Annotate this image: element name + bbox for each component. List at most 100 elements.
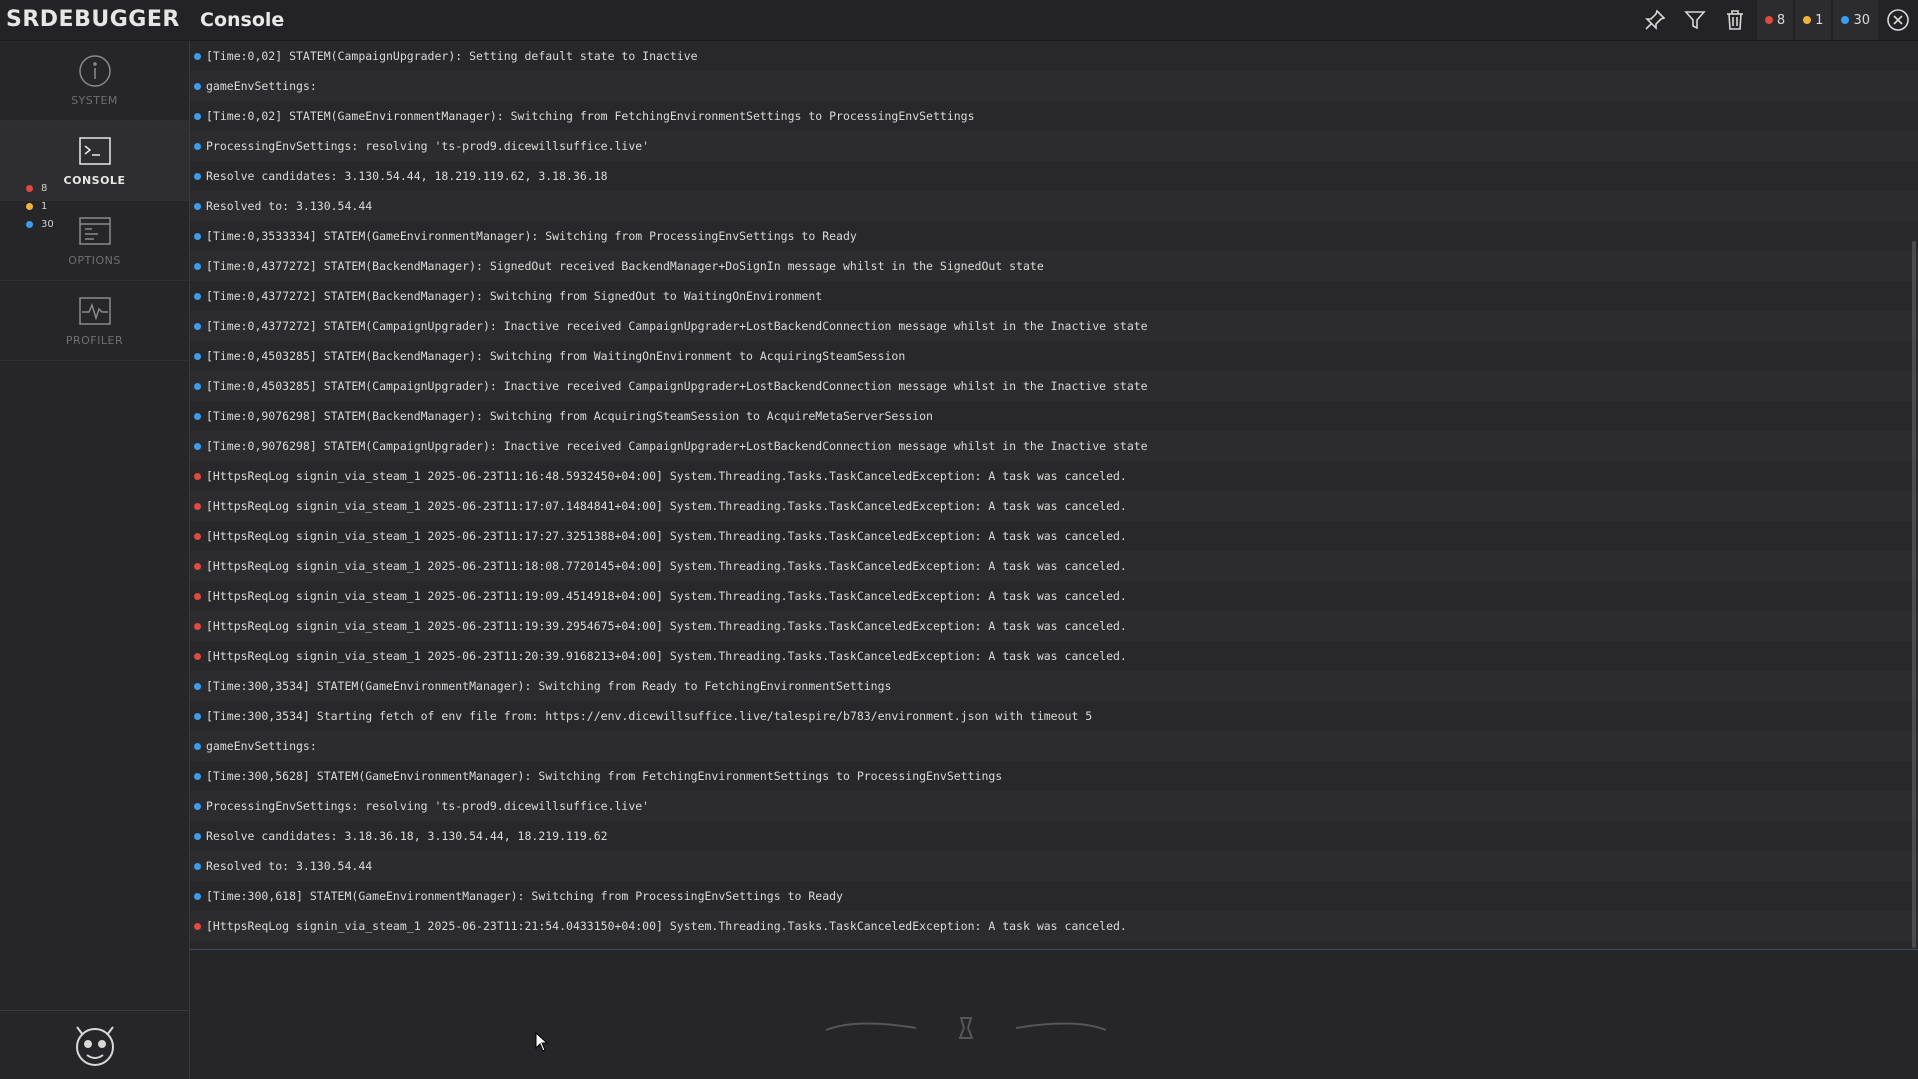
log-entry[interactable]: ProcessingEnvSettings: resolving 'ts-pro… (190, 791, 1918, 821)
info-dot-icon (194, 262, 201, 270)
warning-count-toggle[interactable]: 1 (1795, 0, 1832, 40)
console-scrollbar[interactable] (1912, 241, 1916, 948)
log-entry[interactable]: [HttpsReqLog signin_via_steam_1 2025-06-… (190, 491, 1918, 521)
log-entry[interactable]: [Time:0,4377272] STATEM(BackendManager):… (190, 251, 1918, 281)
tab-profiler[interactable]: PROFILER (0, 281, 189, 361)
srdebugger-logo-icon (75, 1026, 114, 1066)
log-entry[interactable]: [Time:0,02] STATEM(GameEnvironmentManage… (190, 101, 1918, 131)
filter-icon (1684, 11, 1706, 30)
log-entry[interactable]: ProcessingEnvSettings: resolving 'ts-pro… (190, 131, 1918, 161)
filter-button[interactable] (1675, 0, 1715, 40)
tab-profiler-label: PROFILER (65, 334, 124, 347)
log-entry[interactable]: gameEnvSettings: (190, 71, 1918, 101)
log-entry[interactable]: gameEnvSettings: (190, 731, 1918, 761)
log-entry[interactable]: [HttpsReqLog signin_via_steam_1 2025-06-… (190, 611, 1918, 641)
info-dot-icon (194, 352, 201, 360)
app-logo: SRDEBUGGER (6, 7, 180, 32)
mouse-cursor-icon (535, 1032, 549, 1052)
log-entry[interactable]: [Time:300,3534] Starting fetch of env fi… (190, 701, 1918, 731)
info-dot-icon (194, 832, 201, 840)
info-dot-icon (1841, 16, 1850, 24)
log-entry[interactable]: [HttpsReqLog signin_via_steam_1 2025-06-… (190, 551, 1918, 581)
error-dot-icon (194, 562, 201, 570)
info-dot-icon (194, 742, 201, 750)
log-entry[interactable]: [Time:0,3533334] STATEM(GameEnvironmentM… (190, 221, 1918, 251)
log-entry-text: [HttpsReqLog signin_via_steam_1 2025-06-… (206, 919, 1127, 933)
log-entry[interactable]: Resolve candidates: 3.130.54.44, 18.219.… (190, 161, 1918, 191)
log-entry-text: ProcessingEnvSettings: resolving 'ts-pro… (206, 799, 650, 813)
clear-button[interactable] (1715, 0, 1755, 40)
error-dot-icon (194, 592, 201, 600)
close-icon (1887, 9, 1909, 31)
info-dot-icon (194, 802, 201, 810)
log-entry[interactable]: [HttpsReqLog signin_via_steam_1 2025-06-… (190, 521, 1918, 551)
info-dot-icon (194, 232, 201, 240)
log-entry-text: [Time:0,3533334] STATEM(GameEnvironmentM… (206, 229, 857, 243)
log-entry[interactable]: [Time:0,4503285] STATEM(BackendManager):… (190, 341, 1918, 371)
error-count: 8 (1776, 12, 1786, 28)
log-entry[interactable]: [HttpsReqLog signin_via_steam_1 2025-06-… (190, 911, 1918, 941)
log-entry-text: Resolve candidates: 3.130.54.44, 18.219.… (206, 169, 608, 183)
error-dot-icon (194, 532, 201, 540)
log-entry[interactable]: [Time:0,9076298] STATEM(BackendManager):… (190, 401, 1918, 431)
info-dot-icon (194, 382, 201, 390)
log-entry-text: gameEnvSettings: (206, 739, 317, 753)
log-entry[interactable]: [HttpsReqLog signin_via_steam_1 2025-06-… (190, 461, 1918, 491)
info-dot-icon (194, 202, 201, 210)
log-entry[interactable]: [Time:0,02] STATEM(CampaignUpgrader): Se… (190, 41, 1918, 71)
info-dot-icon (194, 172, 201, 180)
log-entry[interactable]: [Time:0,9076298] STATEM(CampaignUpgrader… (190, 431, 1918, 461)
error-count-toggle[interactable]: 8 (1756, 0, 1794, 40)
log-entry[interactable]: [Time:0,4503285] STATEM(CampaignUpgrader… (190, 371, 1918, 401)
info-count: 30 (1853, 12, 1870, 28)
close-button[interactable] (1878, 0, 1918, 40)
info-dot-icon (194, 322, 201, 330)
log-entry-text: [Time:0,4377272] STATEM(BackendManager):… (206, 259, 1044, 273)
pin-icon (1644, 9, 1666, 30)
tab-options-label: OPTIONS (68, 254, 121, 267)
info-icon (78, 55, 111, 87)
toolbar: 8 1 30 (1635, 0, 1918, 40)
tab-system[interactable]: SYSTEM (0, 41, 189, 121)
sidebar: SYSTEM CONSOLE 8 1 30 OPTIONS PROFILER (0, 41, 190, 1079)
error-dot-icon (26, 184, 33, 192)
log-entry-text: Resolved to: 3.130.54.44 (206, 859, 373, 873)
log-entry-text: [Time:300,3534] STATEM(GameEnvironmentMa… (206, 679, 892, 693)
tab-options[interactable]: OPTIONS (0, 201, 189, 281)
log-entry-text: Resolved to: 3.130.54.44 (206, 199, 373, 213)
top-bar: SRDEBUGGER Console 8 1 30 (0, 0, 1918, 41)
log-entry[interactable]: Resolved to: 3.130.54.44 (190, 191, 1918, 221)
log-entry[interactable]: [Time:300,5628] STATEM(GameEnvironmentMa… (190, 761, 1918, 791)
log-entry-text: [HttpsReqLog signin_via_steam_1 2025-06-… (206, 529, 1127, 543)
options-icon (78, 217, 111, 245)
log-entry-text: ProcessingEnvSettings: resolving 'ts-pro… (206, 139, 650, 153)
log-entry[interactable]: [Time:300,618] STATEM(GameEnvironmentMan… (190, 881, 1918, 911)
terminal-icon (78, 137, 111, 165)
log-entry[interactable]: [Time:300,3534] STATEM(GameEnvironmentMa… (190, 671, 1918, 701)
error-dot-icon (194, 502, 201, 510)
console-log-panel[interactable]: [Time:0,02] STATEM(CampaignUpgrader): Se… (190, 41, 1918, 950)
error-dot-icon (194, 472, 201, 480)
warning-count: 1 (1815, 12, 1824, 28)
log-entry[interactable]: [HttpsReqLog signin_via_steam_1 2025-06-… (190, 581, 1918, 611)
error-dot-icon (194, 622, 201, 630)
log-entry-text: [HttpsReqLog signin_via_steam_1 2025-06-… (206, 649, 1127, 663)
info-count-toggle[interactable]: 30 (1833, 0, 1878, 40)
log-entry-text: [HttpsReqLog signin_via_steam_1 2025-06-… (206, 559, 1127, 573)
log-entry[interactable]: Resolve candidates: 3.18.36.18, 3.130.54… (190, 821, 1918, 851)
log-entry[interactable]: [HttpsReqLog signin_via_steam_1 2025-06-… (190, 641, 1918, 671)
console-detail-area (190, 950, 1918, 1079)
info-dot-icon (194, 682, 201, 690)
error-dot-icon (1764, 16, 1773, 24)
info-dot-icon (194, 892, 201, 900)
log-entry[interactable]: [Time:0,4377272] STATEM(BackendManager):… (190, 281, 1918, 311)
log-entry[interactable]: [Time:0,4377272] STATEM(CampaignUpgrader… (190, 311, 1918, 341)
page-title: Console (200, 9, 285, 31)
info-dot-icon (194, 82, 201, 90)
log-entry-text: [Time:0,02] STATEM(GameEnvironmentManage… (206, 109, 975, 123)
tab-system-label: SYSTEM (71, 94, 118, 107)
pin-button[interactable] (1635, 0, 1675, 40)
log-entry-text: [Time:300,5628] STATEM(GameEnvironmentMa… (206, 769, 1003, 783)
log-entry-text: Resolve candidates: 3.18.36.18, 3.130.54… (206, 829, 608, 843)
log-entry[interactable]: Resolved to: 3.130.54.44 (190, 851, 1918, 881)
